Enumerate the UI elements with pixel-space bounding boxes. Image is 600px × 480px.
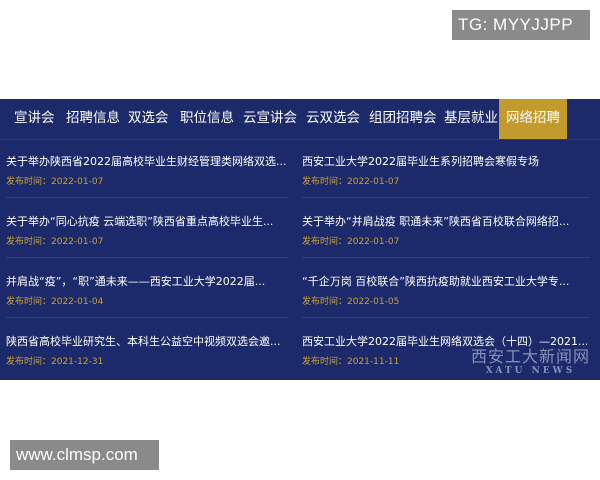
nav-item-xuanjianghui[interactable]: 宣讲会 <box>14 99 55 139</box>
news-item[interactable]: 西安工业大学2022届毕业生系列招聘会寒假专场 发布时间：2022-01-07 <box>302 154 587 188</box>
news-item[interactable]: “千企万岗 百校联合”陕西抗疫助就业西安工业大学专... 发布时间：2022-0… <box>302 274 587 308</box>
nav-item-group-recruit[interactable]: 组团招聘会 <box>369 99 437 139</box>
divider <box>6 257 288 258</box>
watermark-en: XATU NEWS <box>485 366 576 376</box>
divider <box>302 317 590 318</box>
news-title[interactable]: “千企万岗 百校联合”陕西抗疫助就业西安工业大学专... <box>302 274 587 290</box>
news-date: 发布时间：2022-01-04 <box>6 297 104 307</box>
nav-item-online-recruit[interactable]: 网络招聘 <box>499 99 567 139</box>
nav-item-grassroots-jobs[interactable]: 基层就业 <box>444 99 498 139</box>
news-title[interactable]: 西安工业大学2022届毕业生系列招聘会寒假专场 <box>302 154 587 170</box>
news-date: 发布时间：2022-01-07 <box>6 237 104 247</box>
site-badge: www.clmsp.com <box>10 440 159 470</box>
news-date: 发布时间：2021-12-31 <box>6 357 104 367</box>
news-date: 发布时间：2022-01-07 <box>6 177 104 187</box>
divider <box>302 197 590 198</box>
news-title[interactable]: 关于举办“并肩战疫 职通未来”陕西省百校联合网络招... <box>302 214 587 230</box>
divider <box>6 197 288 198</box>
news-title[interactable]: 陕西省高校毕业研究生、本科生公益空中视频双选会邀... <box>6 334 291 350</box>
nav-bar: 宣讲会 招聘信息 双选会 职位信息 云宣讲会 云双选会 组团招聘会 基层就业 网… <box>0 99 600 140</box>
news-item[interactable]: 关于举办“并肩战疫 职通未来”陕西省百校联合网络招... 发布时间：2022-0… <box>302 214 587 248</box>
news-date: 发布时间：2022-01-07 <box>302 237 400 247</box>
news-date: 发布时间：2022-01-07 <box>302 177 400 187</box>
news-item[interactable]: 陕西省高校毕业研究生、本科生公益空中视频双选会邀... 发布时间：2021-12… <box>6 334 291 368</box>
news-item[interactable]: 并肩战“疫”，“职”通未来——西安工业大学2022届... 发布时间：2022-… <box>6 274 291 308</box>
news-date: 发布时间：2022-01-05 <box>302 297 400 307</box>
watermark-cn: 西安工大新闻网 <box>470 347 590 366</box>
divider <box>302 257 590 258</box>
news-item[interactable]: 关于举办陕西省2022届高校毕业生财经管理类网络双选... 发布时间：2022-… <box>6 154 291 188</box>
news-title[interactable]: 并肩战“疫”，“职”通未来——西安工业大学2022届... <box>6 274 291 290</box>
news-title[interactable]: 关于举办“同心抗疫 云端选职”陕西省重点高校毕业生... <box>6 214 291 230</box>
nav-item-shuangxuanhui[interactable]: 双选会 <box>128 99 169 139</box>
nav-item-cloud-shuangxuan[interactable]: 云双选会 <box>306 99 360 139</box>
nav-item-zhaopin-info[interactable]: 招聘信息 <box>66 99 120 139</box>
news-watermark: 西安工大新闻网 XATU NEWS <box>471 343 590 376</box>
news-title[interactable]: 关于举办陕西省2022届高校毕业生财经管理类网络双选... <box>6 154 291 170</box>
news-item[interactable]: 关于举办“同心抗疫 云端选职”陕西省重点高校毕业生... 发布时间：2022-0… <box>6 214 291 248</box>
recruitment-panel: 宣讲会 招聘信息 双选会 职位信息 云宣讲会 云双选会 组团招聘会 基层就业 网… <box>0 99 600 380</box>
nav-item-cloud-xuanjiang[interactable]: 云宣讲会 <box>243 99 297 139</box>
divider <box>6 317 288 318</box>
tg-badge: TG: MYYJJPP <box>452 10 590 40</box>
nav-item-zhiwei-info[interactable]: 职位信息 <box>180 99 234 139</box>
